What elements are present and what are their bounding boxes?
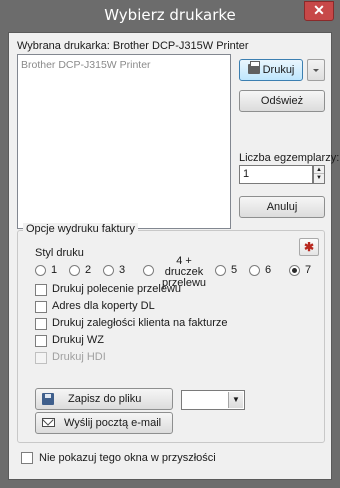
style-radio-6[interactable] bbox=[249, 265, 260, 276]
style-radio-6-label: 6 bbox=[265, 264, 272, 276]
dialog-client-area: Wybrana drukarka: Brother DCP-J315W Prin… bbox=[8, 32, 339, 480]
invoice-options-title: Opcje wydruku faktury bbox=[23, 223, 138, 235]
transfer-order-checkbox[interactable] bbox=[35, 284, 47, 296]
client-arrears-checkbox[interactable] bbox=[35, 318, 47, 330]
file-format-select[interactable]: ▼ bbox=[181, 390, 245, 410]
settings-icon: ✱ bbox=[303, 240, 315, 254]
save-to-file-label: Zapisz do pliku bbox=[68, 393, 142, 405]
dialog-window: Wybierz drukarke ✕ Wybrana drukarka: Bro… bbox=[0, 0, 340, 488]
print-hdi-label: Drukuj HDI bbox=[52, 351, 106, 363]
printer-list[interactable]: Brother DCP-J315W Printer bbox=[17, 54, 231, 229]
style-radio-7[interactable] bbox=[289, 265, 300, 276]
copies-input[interactable]: 1 bbox=[239, 165, 313, 184]
spin-up-icon[interactable]: ▲ bbox=[314, 166, 324, 174]
chevron-down-icon[interactable]: ▼ bbox=[228, 392, 243, 408]
print-wz-checkbox[interactable] bbox=[35, 335, 47, 347]
style-radio-1-label: 1 bbox=[51, 264, 58, 276]
refresh-button[interactable]: Odśwież bbox=[239, 90, 325, 112]
floppy-disk-icon bbox=[42, 393, 54, 405]
spin-down-icon[interactable]: ▼ bbox=[314, 174, 324, 182]
style-radio-3-label: 3 bbox=[119, 264, 126, 276]
print-style-label: Styl druku bbox=[35, 247, 84, 259]
dont-show-again-checkbox[interactable] bbox=[21, 452, 33, 464]
close-icon: ✕ bbox=[313, 2, 325, 18]
dont-show-again-label: Nie pokazuj tego okna w przyszłości bbox=[39, 452, 216, 464]
print-options-dropdown-button[interactable] bbox=[307, 59, 325, 81]
cancel-button[interactable]: Anuluj bbox=[239, 196, 325, 218]
chevron-down-icon bbox=[313, 69, 319, 72]
title-bar[interactable]: Wybierz drukarke ✕ bbox=[0, 0, 340, 32]
dl-envelope-label: Adres dla koperty DL bbox=[52, 300, 155, 312]
printer-list-item[interactable]: Brother DCP-J315W Printer bbox=[21, 59, 151, 71]
copies-label: Liczba egzemplarzy: bbox=[239, 152, 340, 164]
printer-icon bbox=[247, 61, 260, 74]
style-radio-1[interactable] bbox=[35, 265, 46, 276]
copies-spinner[interactable]: ▲ ▼ bbox=[313, 165, 325, 184]
style-radio-3[interactable] bbox=[103, 265, 114, 276]
save-to-file-button[interactable]: Zapisz do pliku bbox=[35, 388, 173, 410]
style-radio-2-label: 2 bbox=[85, 264, 92, 276]
selected-printer-label: Wybrana drukarka: Brother DCP-J315W Prin… bbox=[17, 40, 249, 52]
style-radio-4[interactable] bbox=[143, 265, 154, 276]
print-button[interactable]: Drukuj bbox=[239, 59, 303, 81]
close-button[interactable]: ✕ bbox=[304, 1, 334, 21]
style-radio-5[interactable] bbox=[215, 265, 226, 276]
envelope-icon bbox=[42, 418, 55, 427]
style-radio-7-label: 7 bbox=[305, 264, 312, 276]
print-wz-label: Drukuj WZ bbox=[52, 334, 104, 346]
style-radio-2[interactable] bbox=[69, 265, 80, 276]
send-email-label: Wyślij pocztą e-mail bbox=[64, 417, 162, 429]
transfer-order-label: Drukuj polecenie przelewu bbox=[52, 283, 182, 295]
window-title: Wybierz drukarke bbox=[104, 6, 236, 24]
style-settings-button[interactable]: ✱ bbox=[299, 238, 319, 256]
send-email-button[interactable]: Wyślij pocztą e-mail bbox=[35, 412, 173, 434]
client-arrears-label: Drukuj zaległości klienta na fakturze bbox=[52, 317, 228, 329]
dl-envelope-checkbox[interactable] bbox=[35, 301, 47, 313]
print-hdi-checkbox bbox=[35, 352, 47, 364]
style-radio-5-label: 5 bbox=[231, 264, 238, 276]
print-button-label: Drukuj bbox=[262, 64, 295, 76]
